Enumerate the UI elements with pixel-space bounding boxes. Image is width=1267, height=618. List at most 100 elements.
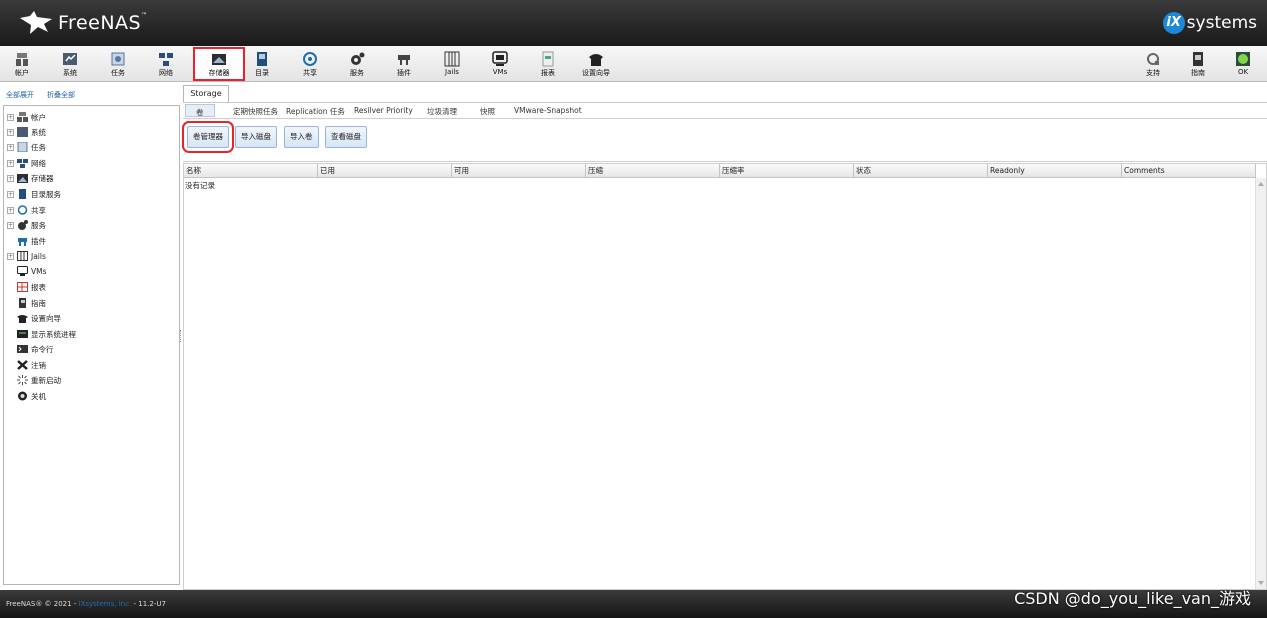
column-comments[interactable]: Comments (1122, 164, 1256, 178)
sidebar-splitter[interactable] (180, 330, 182, 342)
column-readonly[interactable]: Readonly (988, 164, 1122, 178)
reports-icon (17, 282, 28, 292)
toolbar-reports[interactable]: 报表 (526, 49, 570, 80)
wizard-icon (589, 54, 603, 66)
tree-item-services[interactable]: + 服务 (7, 218, 46, 232)
tree-item-reboot[interactable]: 重新启动 (7, 373, 61, 387)
column-available[interactable]: 可用 (452, 164, 586, 178)
toolbar-support[interactable]: 支持 (1131, 49, 1175, 80)
toolbar-system[interactable]: 系统 (48, 49, 92, 80)
tree-item-logout[interactable]: 注销 (7, 358, 46, 372)
toolbar-sharing[interactable]: 共享 (288, 49, 332, 80)
freenas-logo[interactable]: FreeNAS™ (18, 10, 148, 36)
toolbar-guide[interactable]: 指南 (1176, 49, 1220, 80)
volume-manager-button[interactable]: 卷管理器 (182, 121, 234, 153)
tree-item-shell[interactable]: 命令行 (7, 342, 54, 356)
tree-item-directory[interactable]: + 目录服务 (7, 187, 61, 201)
subtab-vmware-snapshot[interactable]: VMware-Snapshot (514, 106, 582, 115)
storage-subtabs: 卷 定期快照任务 Replication 任务 Resilver Priorit… (183, 102, 1267, 118)
sidebar-controls: 全部展开 折叠全部 (0, 85, 183, 105)
jails-icon (17, 251, 28, 261)
wizard-icon (17, 315, 28, 323)
expand-icon[interactable]: + (7, 113, 14, 121)
ix-text: systems (1186, 13, 1257, 33)
directory-icon (257, 52, 267, 66)
expand-icon[interactable]: + (7, 190, 14, 198)
column-compression[interactable]: 压缩 (586, 164, 720, 178)
reboot-icon (17, 375, 28, 385)
column-status[interactable]: 状态 (854, 164, 988, 178)
toolbar-storage[interactable]: 存储器 (193, 47, 245, 81)
toolbar-account[interactable]: 帐户 (0, 49, 44, 80)
expand-icon[interactable]: + (7, 206, 14, 214)
toolbar-tasks[interactable]: 任务 (96, 49, 140, 80)
toolbar-directory[interactable]: 目录 (240, 49, 284, 80)
subtab-resilver-priority[interactable]: Resilver Priority (354, 106, 413, 115)
main-toolbar: 帐户 系统 任务 网络 存储器 目录 共享 服务 插件 Jails VMs 报表… (0, 46, 1267, 82)
reports-icon (542, 51, 554, 67)
toolbar-vms[interactable]: VMs (478, 49, 522, 80)
expand-icon[interactable]: + (7, 143, 14, 151)
storage-icon (212, 54, 226, 65)
tree-item-shutdown[interactable]: 关机 (7, 389, 46, 403)
volumes-table: 名称 已用 可用 压缩 压缩率 状态 Readonly Comments 没有记… (183, 163, 1267, 590)
tree-item-network[interactable]: + 网络 (7, 156, 46, 170)
tree-item-reports[interactable]: 报表 (7, 280, 46, 294)
toolbar-alert[interactable]: OK (1221, 49, 1265, 80)
tree-item-vms[interactable]: VMs (7, 264, 47, 278)
toolbar-network[interactable]: 网络 (144, 49, 188, 80)
tasks-icon (111, 52, 125, 66)
ixsystems-link[interactable]: iXsystems, Inc. (79, 600, 132, 608)
toolbar-jails[interactable]: Jails (430, 49, 474, 80)
guide-icon (19, 298, 26, 308)
services-icon (18, 220, 28, 230)
alert-ok-icon (1236, 52, 1250, 66)
subtab-scrubs[interactable]: 垃圾清理 (427, 106, 457, 117)
subtab-periodic-snapshot[interactable]: 定期快照任务 (233, 106, 278, 117)
expand-icon[interactable]: + (7, 159, 14, 167)
csdn-watermark: CSDN @do_you_like_van_游戏 (1014, 589, 1251, 608)
view-disks-button[interactable]: 查看磁盘 (325, 126, 367, 148)
tree-item-jails[interactable]: + Jails (7, 249, 46, 263)
tree-item-wizard[interactable]: 设置向导 (7, 311, 61, 325)
expand-all-link[interactable]: 全部展开 (6, 90, 34, 100)
jails-icon (444, 51, 460, 67)
no-records-message: 没有记录 (185, 181, 215, 190)
tree-item-system[interactable]: + 系统 (7, 125, 46, 139)
tree-item-sharing[interactable]: + 共享 (7, 203, 46, 217)
import-disk-button[interactable]: 导入磁盘 (235, 126, 277, 148)
subtab-snapshots[interactable]: 快照 (480, 106, 495, 117)
toolbar-plugins[interactable]: 插件 (382, 49, 426, 80)
ixsystems-logo[interactable]: iX systems (1162, 12, 1257, 34)
users-icon (17, 112, 28, 122)
import-volume-button[interactable]: 导入卷 (284, 126, 319, 148)
tree-item-storage[interactable]: + 存储器 (7, 171, 54, 185)
tree-item-top[interactable]: 显示系统进程 (7, 327, 76, 341)
terminal-icon (17, 330, 28, 338)
column-compression-ratio[interactable]: 压缩率 (720, 164, 854, 178)
tree-item-plugins[interactable]: 插件 (7, 234, 46, 248)
guide-icon (1193, 52, 1203, 66)
toolbar-wizard[interactable]: 设置向导 (574, 49, 618, 80)
scroll-up-icon[interactable] (1258, 182, 1264, 186)
toolbar-services[interactable]: 服务 (335, 49, 379, 80)
tab-storage[interactable]: Storage (183, 85, 229, 102)
tree-item-account[interactable]: + 帐户 (7, 110, 46, 124)
subtab-replication[interactable]: Replication 任务 (286, 106, 345, 117)
column-name[interactable]: 名称 (184, 164, 318, 178)
freenas-shark-icon (20, 11, 52, 34)
network-icon (159, 53, 173, 66)
subtab-volumes[interactable]: 卷 (185, 104, 215, 117)
expand-icon[interactable]: + (7, 252, 14, 260)
table-scrollbar[interactable] (1255, 178, 1266, 589)
collapse-all-link[interactable]: 折叠全部 (47, 90, 75, 100)
tree-item-guide[interactable]: 指南 (7, 296, 46, 310)
expand-icon[interactable]: + (7, 174, 14, 182)
scroll-down-icon[interactable] (1258, 581, 1264, 585)
vms-icon (17, 266, 28, 276)
column-used[interactable]: 已用 (318, 164, 452, 178)
expand-icon[interactable]: + (7, 221, 14, 229)
expand-icon[interactable]: + (7, 128, 14, 136)
tree-item-tasks[interactable]: + 任务 (7, 140, 46, 154)
directory-icon (19, 189, 26, 199)
